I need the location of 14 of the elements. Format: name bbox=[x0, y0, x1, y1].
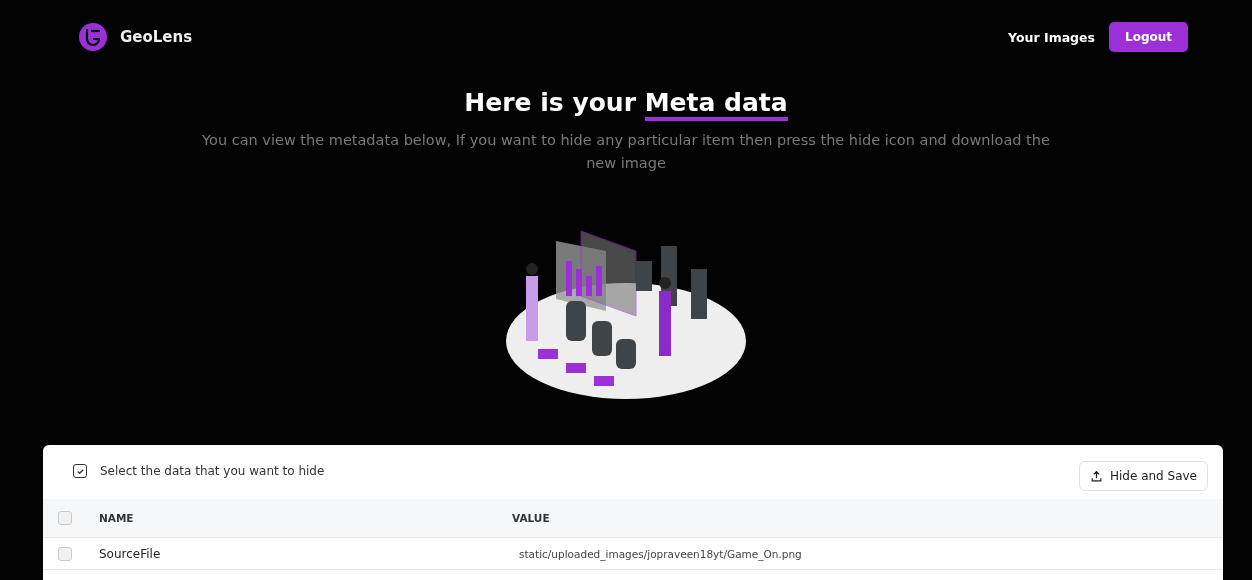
column-header: NAME bbox=[99, 512, 135, 524]
hide-and-save-button[interactable]: Hide and Save bbox=[1078, 461, 1208, 491]
nav-link[interactable]: Your Images bbox=[1008, 29, 1095, 45]
table-cell-text: static/uploaded_images/jopraveen18yt/Game_On.png bbox=[519, 547, 803, 560]
logout-button[interactable]: Logout bbox=[1109, 22, 1188, 52]
brand-name: GeoLens bbox=[120, 28, 193, 46]
logo-icon bbox=[78, 22, 108, 52]
checkbox[interactable] bbox=[73, 464, 87, 478]
upload-icon bbox=[1089, 469, 1103, 483]
column-header: VALUE bbox=[512, 512, 551, 524]
table-cell-text: SourceFile bbox=[99, 546, 162, 561]
select-label: Select the data that you want to hide bbox=[100, 464, 325, 478]
page-subtitle: You can view the metadata below, If you want to hide any particular item then press the hide icon and download the new image bbox=[201, 131, 1051, 173]
check-icon bbox=[75, 466, 85, 476]
